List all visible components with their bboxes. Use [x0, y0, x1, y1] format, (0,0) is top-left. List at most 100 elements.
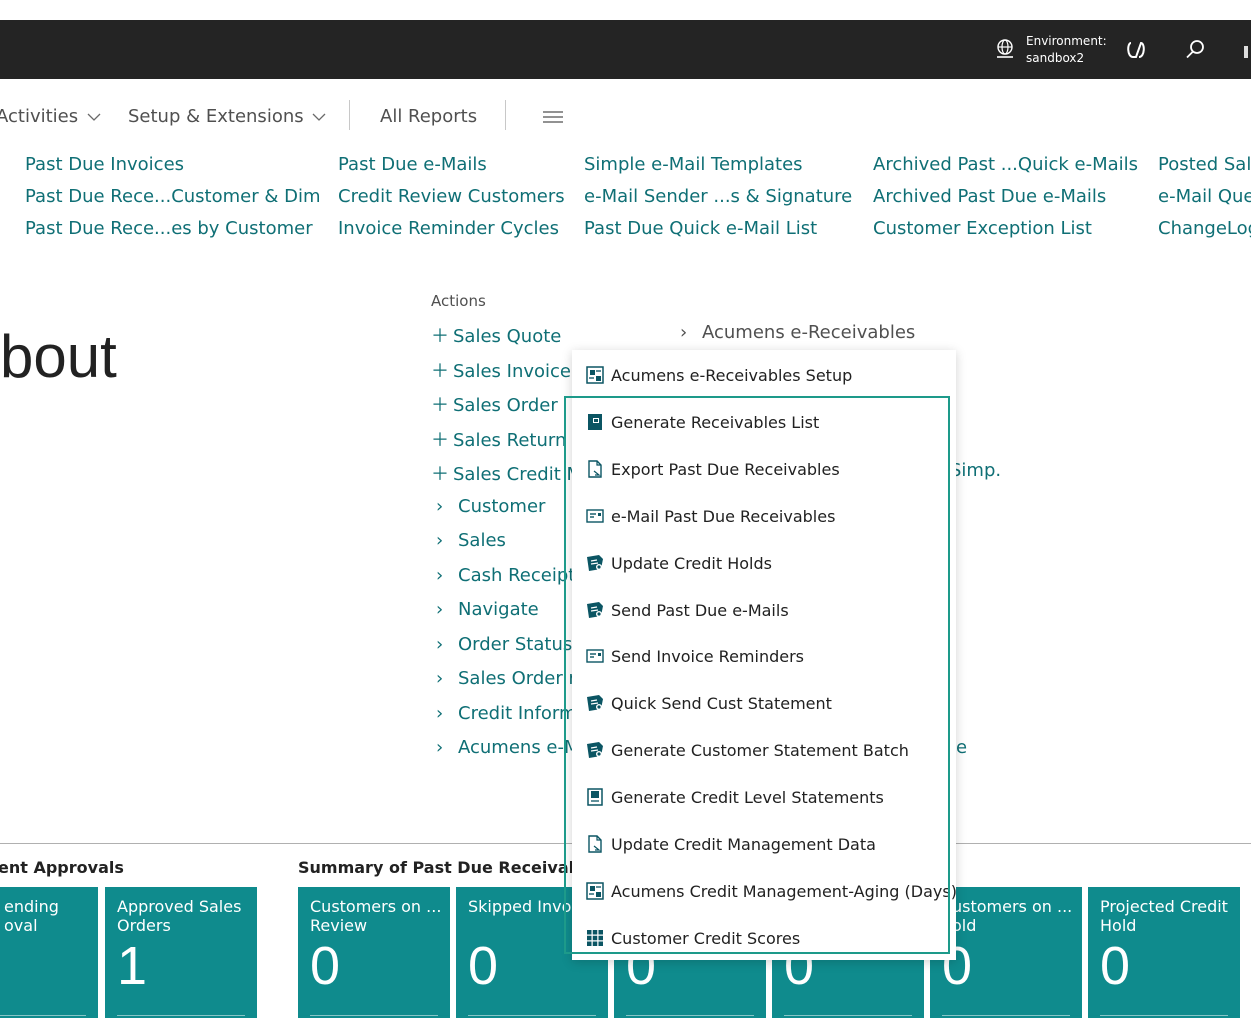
environment-title: Environment: — [1026, 34, 1107, 48]
chevron-right-icon: › — [680, 322, 688, 343]
tile-value: 1 — [117, 936, 148, 996]
link-past-due-invoices[interactable]: Past Due Invoices — [25, 154, 184, 175]
nav-setup-extensions[interactable]: Setup & Extensions — [128, 106, 326, 127]
environment-name: sandbox2 — [1026, 51, 1085, 65]
action-partial-e[interactable]: e — [956, 737, 967, 758]
link-email-queue[interactable]: e-Mail Que — [1158, 186, 1251, 207]
action-label: Sales Invoice — [453, 361, 571, 382]
tile-underline — [0, 1015, 86, 1016]
link-invoice-reminder-cycles[interactable]: Invoice Reminder Cycles — [338, 218, 559, 239]
copilot-icon[interactable] — [1124, 39, 1148, 61]
tile-underline — [626, 1015, 754, 1016]
tile-label: ustomers on ... old — [952, 897, 1073, 935]
menu-item-ereceivables-setup[interactable]: Acumens e-Receivables Setup — [584, 364, 852, 386]
menu-item-label: Acumens e-Receivables Setup — [611, 365, 853, 385]
action-sales-quote[interactable]: ＋ Sales Quote — [431, 322, 561, 348]
tile-value: 0 — [310, 936, 341, 996]
action-sales-credit-memo[interactable]: ＋ Sales Credit M — [431, 460, 582, 486]
link-changelog[interactable]: ChangeLog — [1158, 218, 1251, 239]
nav-all-reports[interactable]: All Reports — [380, 106, 477, 127]
chevron-down-icon — [87, 113, 101, 121]
nav-activities[interactable]: Activities — [0, 106, 101, 127]
plus-icon: ＋ — [431, 361, 449, 382]
action-group-sales[interactable]: › Sales — [436, 530, 506, 551]
menu-item-generate-statement-batch[interactable]: Generate Customer Statement Batch — [584, 739, 909, 761]
tile-customers-on-review[interactable]: Customers on ... Review 0 — [298, 887, 450, 1018]
nav-activities-label: Activities — [0, 106, 79, 127]
nav-separator — [505, 100, 506, 130]
grid-icon — [584, 927, 606, 949]
menu-item-send-invoice-reminders[interactable]: Send Invoice Reminders — [584, 645, 804, 667]
action-label: Order Status — [458, 634, 573, 655]
link-archived-quick-emails[interactable]: Archived Past ...Quick e-Mails — [873, 154, 1138, 175]
action-group-acumens-ereceivables[interactable]: › Acumens e-Receivables — [680, 322, 915, 343]
statement-icon — [584, 786, 606, 808]
link-simple-email-templates[interactable]: Simple e-Mail Templates — [584, 154, 803, 175]
link-past-due-by-customer[interactable]: Past Due Rece...es by Customer — [25, 218, 313, 239]
process-icon — [584, 599, 606, 621]
menu-item-send-past-due-emails[interactable]: Send Past Due e-Mails — [584, 599, 789, 621]
action-group-acumens-email[interactable]: › Acumens e-M — [436, 737, 580, 758]
chevron-down-icon — [312, 113, 326, 121]
menu-item-update-credit-management-data[interactable]: Update Credit Management Data — [584, 833, 876, 855]
tile-label: ending oval — [4, 897, 59, 935]
menu-item-label: Export Past Due Receivables — [611, 459, 840, 479]
tile-approved-sales-orders[interactable]: Approved Sales Orders 1 — [105, 887, 257, 1018]
menu-item-label: Update Credit Management Data — [611, 834, 876, 854]
link-past-due-customer-dim[interactable]: Past Due Rece...Customer & Dim — [25, 186, 321, 207]
menu-item-label: Update Credit Holds — [611, 553, 772, 573]
more-menu-icon[interactable] — [543, 110, 563, 124]
menu-item-generate-credit-level-statements[interactable]: Generate Credit Level Statements — [584, 786, 884, 808]
process-icon — [584, 739, 606, 761]
link-past-due-quick-email-list[interactable]: Past Due Quick e-Mail List — [584, 218, 817, 239]
header-edge-element — [1244, 46, 1248, 58]
tile-projected-credit-hold[interactable]: Projected Credit Hold 0 — [1088, 887, 1240, 1018]
environment-label[interactable]: Environment: sandbox2 — [1026, 33, 1107, 67]
menu-item-customer-credit-scores[interactable]: Customer Credit Scores — [584, 927, 800, 949]
link-customer-exception-list[interactable]: Customer Exception List — [873, 218, 1092, 239]
plus-icon: ＋ — [431, 464, 449, 485]
menu-item-export-past-due[interactable]: Export Past Due Receivables — [584, 458, 840, 480]
action-group-order-status[interactable]: › Order Status — [436, 634, 572, 655]
action-sales-invoice[interactable]: ＋ Sales Invoice — [431, 357, 571, 383]
link-past-due-emails[interactable]: Past Due e-Mails — [338, 154, 487, 175]
menu-item-label: Generate Receivables List — [611, 412, 820, 432]
action-group-navigate[interactable]: › Navigate — [436, 599, 539, 620]
menu-item-update-credit-holds[interactable]: Update Credit Holds — [584, 552, 772, 574]
chevron-right-icon: › — [436, 737, 444, 758]
action-sales-return[interactable]: ＋ Sales Return ( — [431, 426, 579, 452]
chevron-right-icon: › — [436, 703, 444, 724]
menu-item-label: Generate Customer Statement Batch — [611, 740, 909, 760]
link-email-sender-signature[interactable]: e-Mail Sender ...s & Signature — [584, 186, 852, 207]
tile-pending-approval[interactable]: ending oval — [0, 887, 98, 1018]
tile-value: 0 — [468, 936, 499, 996]
menu-item-quick-send-statement[interactable]: Quick Send Cust Statement — [584, 692, 832, 714]
action-label: Sales Quote — [453, 326, 562, 347]
plus-icon: ＋ — [431, 430, 449, 451]
action-label: Cash Receipt — [458, 565, 576, 586]
menu-item-label: e-Mail Past Due Receivables — [611, 506, 836, 526]
action-sales-order[interactable]: ＋ Sales Order — [431, 391, 558, 417]
action-label: Acumens e-M — [458, 737, 580, 758]
link-posted-sales[interactable]: Posted Sal — [1158, 154, 1251, 175]
chevron-right-icon: › — [436, 599, 444, 620]
link-credit-review-customers[interactable]: Credit Review Customers — [338, 186, 565, 207]
generate-list-icon — [584, 411, 606, 433]
tile-label: Customers on ... Review — [310, 897, 442, 935]
search-icon[interactable] — [1184, 38, 1206, 60]
action-group-customer[interactable]: › Customer — [436, 496, 545, 517]
action-label: Acumens e-Receivables — [702, 322, 916, 343]
menu-item-label: Send Past Due e-Mails — [611, 600, 789, 620]
action-group-cash-receipt[interactable]: › Cash Receipt — [436, 565, 575, 586]
action-label: Sales Return ( — [453, 430, 580, 451]
menu-item-credit-management-aging[interactable]: Acumens Credit Management-Aging (Days) — [584, 880, 957, 902]
environment-globe-icon[interactable] — [994, 38, 1016, 60]
menu-item-email-past-due[interactable]: e-Mail Past Due Receivables — [584, 505, 835, 527]
action-group-credit-information[interactable]: › Credit Inform — [436, 703, 577, 724]
action-group-sales-order-reports[interactable]: › Sales Order r — [436, 668, 576, 689]
menu-item-generate-receivables-list[interactable]: Generate Receivables List — [584, 411, 819, 433]
link-archived-past-due-emails[interactable]: Archived Past Due e-Mails — [873, 186, 1106, 207]
nav-separator — [349, 100, 350, 130]
email-card-icon — [584, 505, 606, 527]
action-partial-simp[interactable]: Simp. — [950, 460, 1001, 481]
